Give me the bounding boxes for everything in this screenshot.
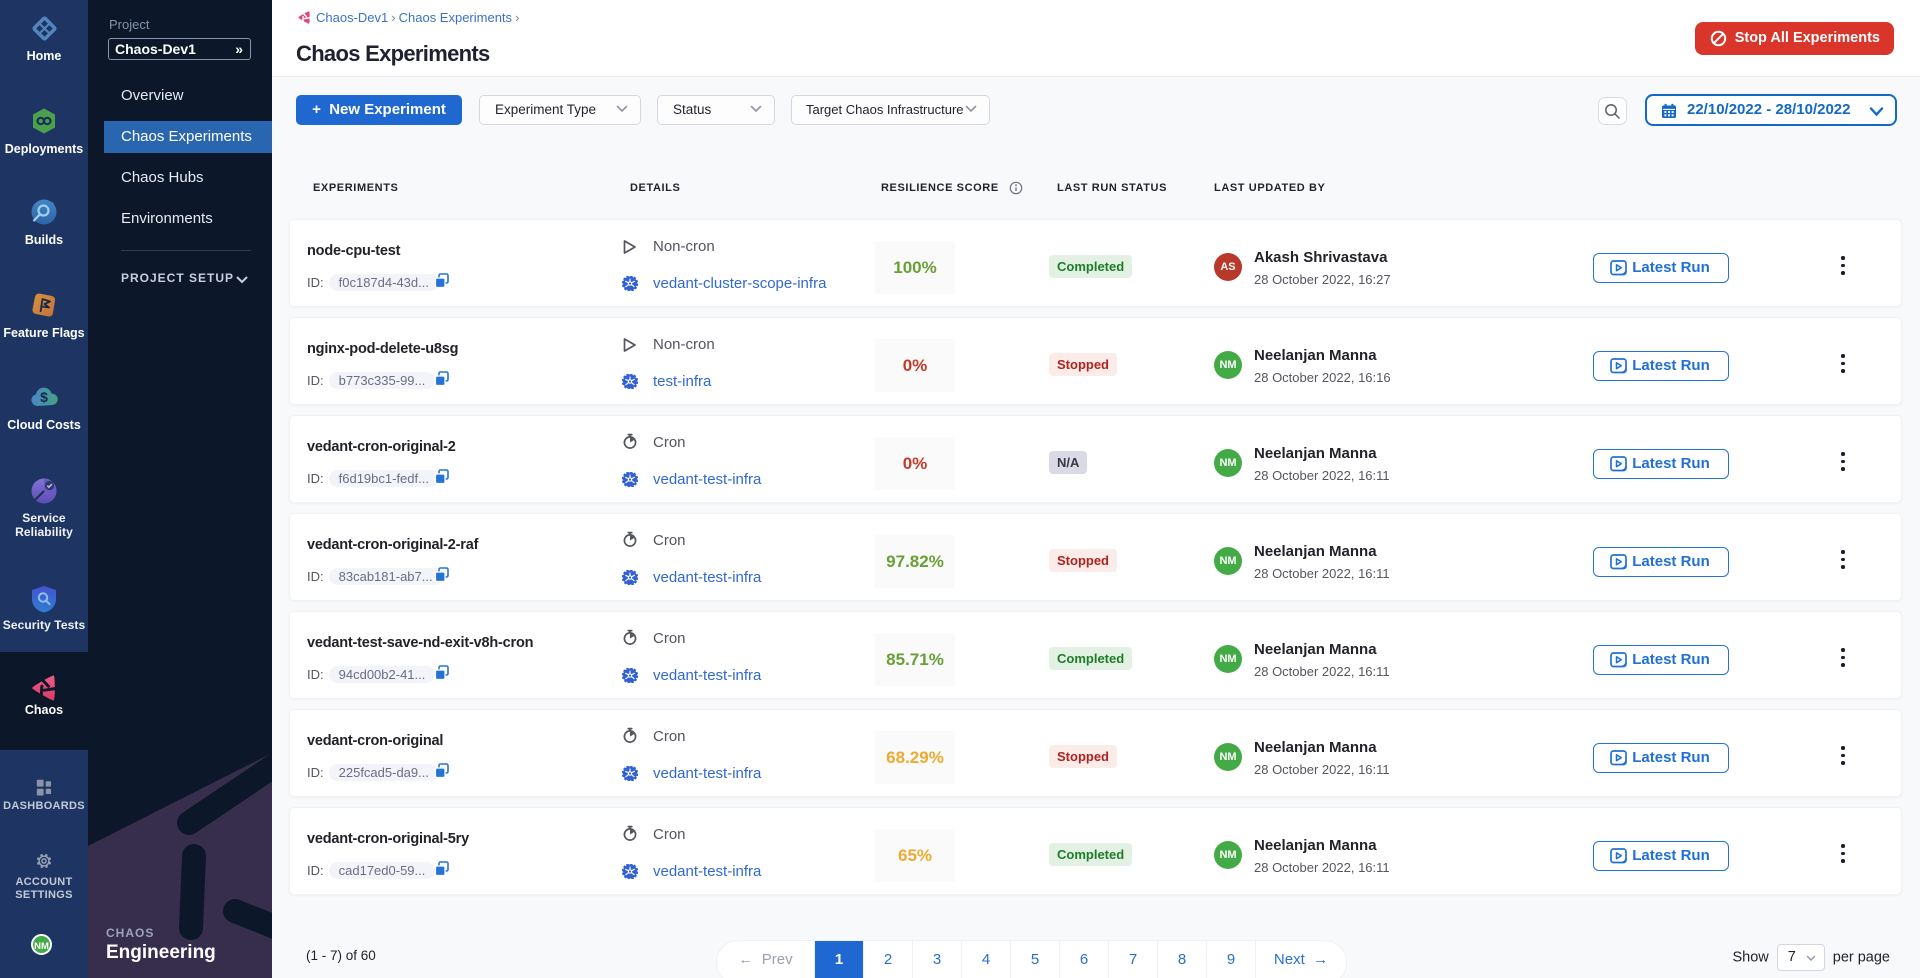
svg-text:$: $ <box>40 389 48 405</box>
